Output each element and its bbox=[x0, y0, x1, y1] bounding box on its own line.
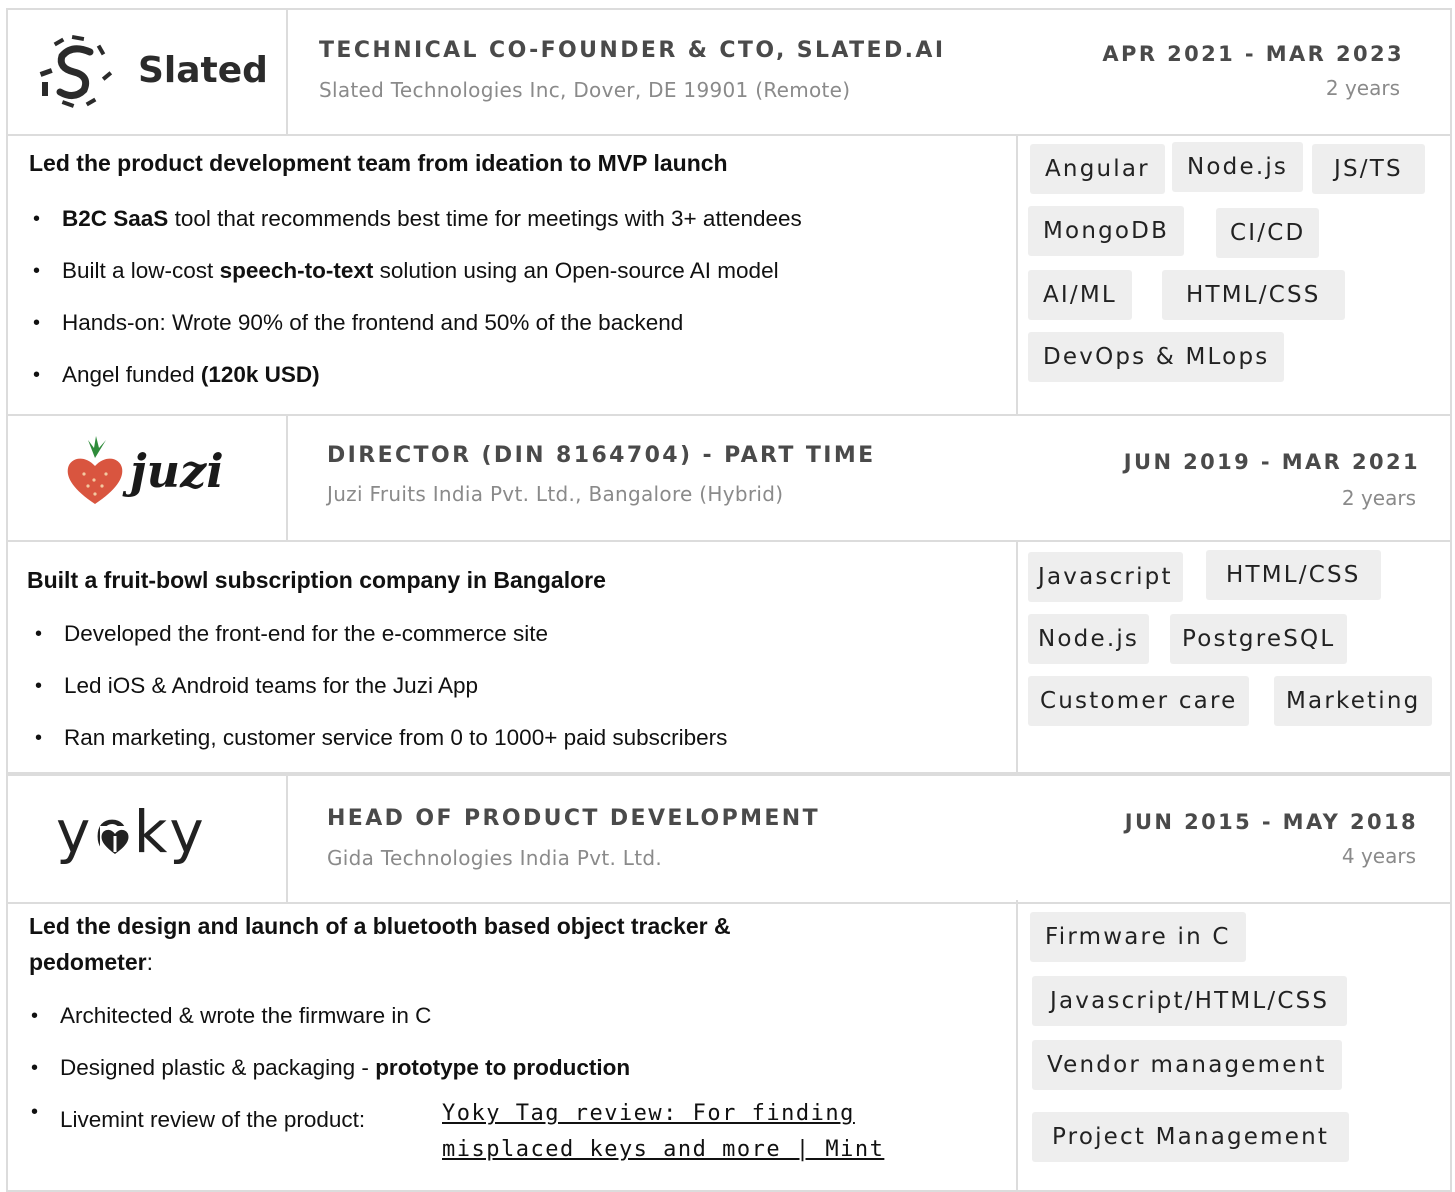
company-name: Slated Technologies Inc, Dover, DE 19901… bbox=[319, 78, 851, 102]
job-headline: Led the design and launch of a bluetooth… bbox=[29, 913, 731, 975]
job-bullets: Developed the front-end for the e-commer… bbox=[31, 608, 727, 764]
company-logo-cell: yoky bbox=[8, 776, 288, 902]
job-title: DIRECTOR (DIN 8164704) - PART TIME bbox=[327, 443, 876, 468]
list-item: B2C SaaS tool that recommends best time … bbox=[29, 193, 802, 245]
job-header: Slated TECHNICAL CO-FOUNDER & CTO, SLATE… bbox=[8, 10, 1450, 136]
company-name: Gida Technologies India Pvt. Ltd. bbox=[327, 846, 663, 870]
slated-logo-icon bbox=[39, 34, 113, 108]
company-logo-cell: juzi bbox=[8, 416, 288, 540]
skill-tag: HTML/CSS bbox=[1162, 270, 1345, 320]
job-body: Led the design and launch of a bluetooth… bbox=[8, 900, 1450, 1190]
job-body: Led the product development team from id… bbox=[8, 134, 1450, 414]
job-duration: 4 years bbox=[1341, 844, 1416, 868]
slated-logo-text: Slated bbox=[138, 50, 268, 91]
skill-tag: Vendor management bbox=[1032, 1040, 1342, 1090]
skill-tag: HTML/CSS bbox=[1206, 550, 1381, 600]
skill-tag: AI/ML bbox=[1028, 270, 1132, 320]
skill-tag: Marketing bbox=[1274, 676, 1433, 726]
job-header: juzi DIRECTOR (DIN 8164704) - PART TIME … bbox=[8, 416, 1450, 542]
yoky-logo-icon: yoky bbox=[56, 798, 236, 868]
juzi-heart-icon bbox=[67, 436, 123, 504]
job-slated: Slated TECHNICAL CO-FOUNDER & CTO, SLATE… bbox=[6, 8, 1452, 416]
job-dates: JUN 2015 - MAY 2018 bbox=[1124, 810, 1418, 834]
job-dates: JUN 2019 - MAR 2021 bbox=[1123, 450, 1420, 474]
list-item: Designed plastic & packaging - prototype… bbox=[27, 1042, 630, 1094]
skill-tag: Project Management bbox=[1032, 1112, 1350, 1162]
skill-tag: Node.js bbox=[1028, 614, 1150, 664]
yoky-heart-icon bbox=[100, 826, 130, 856]
job-headline: Led the product development team from id… bbox=[29, 150, 728, 176]
job-duration: 2 years bbox=[1325, 76, 1400, 100]
skill-tag: MongoDB bbox=[1028, 206, 1185, 256]
skill-tag: DevOps & MLops bbox=[1028, 332, 1285, 382]
job-yoky: yoky HEAD OF PRODUCT DEVELOPMENT Gida Te… bbox=[6, 772, 1452, 1192]
company-name: Juzi Fruits India Pvt. Ltd., Bangalore (… bbox=[327, 482, 784, 506]
company-logo-cell: Slated bbox=[8, 10, 288, 134]
job-dates: APR 2021 - MAR 2023 bbox=[1102, 42, 1404, 66]
job-body: Built a fruit-bowl subscription company … bbox=[8, 540, 1450, 772]
skill-tag: Javascript bbox=[1028, 552, 1183, 602]
list-item: Led iOS & Android teams for the Juzi App bbox=[31, 660, 727, 712]
list-item: Ran marketing, customer service from 0 t… bbox=[31, 712, 727, 764]
column-divider bbox=[1016, 900, 1018, 1190]
skill-tag: CI/CD bbox=[1216, 208, 1320, 258]
job-header: yoky HEAD OF PRODUCT DEVELOPMENT Gida Te… bbox=[8, 774, 1450, 904]
skill-tag: Angular bbox=[1030, 144, 1165, 194]
skill-tag: Javascript/HTML/CSS bbox=[1032, 976, 1348, 1026]
job-bullets: B2C SaaS tool that recommends best time … bbox=[29, 193, 802, 401]
yoky-logo-text: yoky bbox=[56, 798, 208, 866]
job-juzi: juzi DIRECTOR (DIN 8164704) - PART TIME … bbox=[6, 414, 1452, 774]
skill-tag: JS/TS bbox=[1312, 144, 1425, 194]
job-headline: Built a fruit-bowl subscription company … bbox=[27, 567, 606, 593]
column-divider bbox=[1016, 540, 1018, 772]
list-item: Angel funded (120k USD) bbox=[29, 349, 802, 401]
job-title: HEAD OF PRODUCT DEVELOPMENT bbox=[327, 806, 821, 831]
list-item: Developed the front-end for the e-commer… bbox=[31, 608, 727, 660]
skill-tag: Firmware in C bbox=[1030, 912, 1246, 962]
skill-tag: PostgreSQL bbox=[1170, 614, 1348, 664]
job-title: TECHNICAL CO-FOUNDER & CTO, SLATED.AI bbox=[319, 38, 946, 63]
column-divider bbox=[1016, 134, 1018, 414]
list-item: Architected & wrote the firmware in C bbox=[27, 990, 630, 1042]
skill-tag: Node.js bbox=[1172, 142, 1304, 192]
skill-tag: Customer care bbox=[1028, 676, 1250, 726]
list-item: Built a low-cost speech-to-text solution… bbox=[29, 245, 802, 297]
livemint-review-link[interactable]: Yoky Tag review: For finding misplaced k… bbox=[442, 1096, 884, 1168]
list-item: Hands-on: Wrote 90% of the frontend and … bbox=[29, 297, 802, 349]
juzi-logo-text: juzi bbox=[130, 444, 224, 498]
job-duration: 2 years bbox=[1341, 486, 1416, 510]
